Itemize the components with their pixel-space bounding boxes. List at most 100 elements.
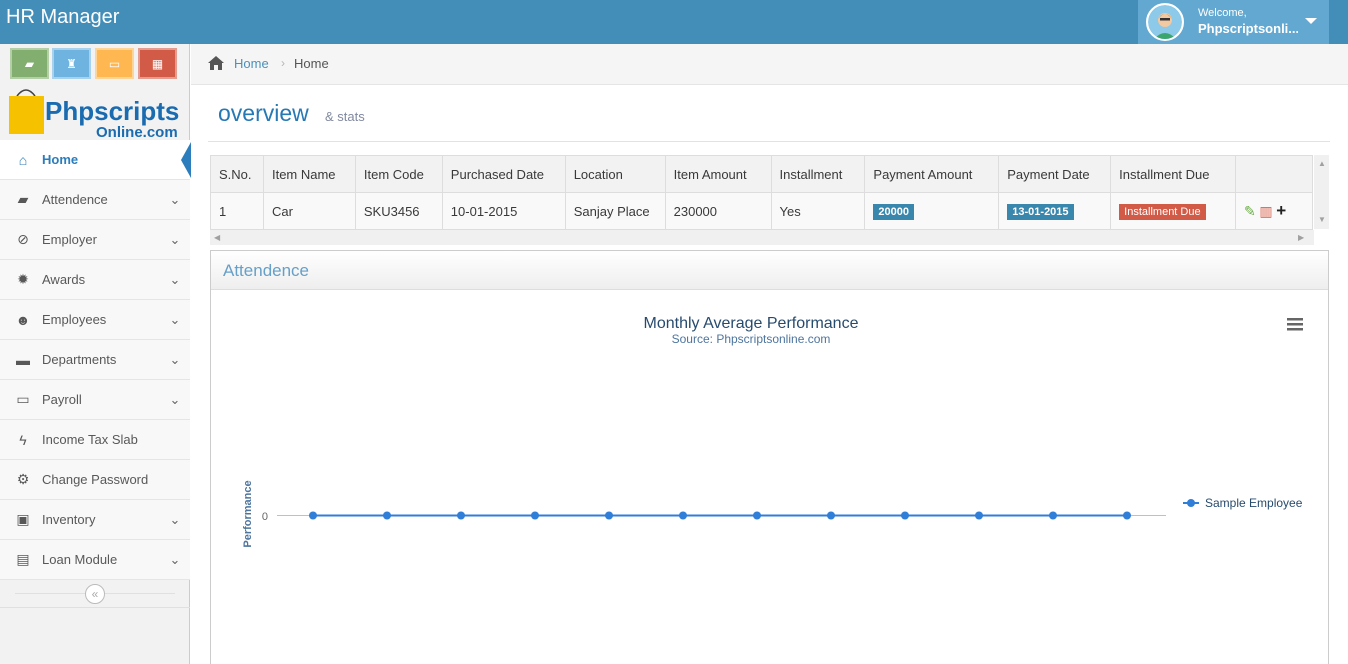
- calendar-icon: ▦: [151, 56, 164, 71]
- widget-title: Attendence: [223, 261, 310, 280]
- chevron-down-icon: ⌄: [169, 511, 181, 527]
- chevron-down-icon[interactable]: [1305, 18, 1317, 24]
- sidebar-nav: ⌂ Home ▰ Attendence ⌄ ⊘ Employer ⌄ ✹ Awards ⌄ ☻ Empl…: [0, 140, 191, 580]
- app-title[interactable]: HR Manager: [6, 6, 119, 28]
- chart-y-tick-label: 0: [262, 511, 268, 523]
- chevron-down-icon: ⌄: [169, 271, 181, 287]
- series-point[interactable]: [827, 511, 835, 520]
- credit-card-icon: ▭: [16, 391, 30, 407]
- cell-installment-due: Installment Due: [1110, 192, 1237, 230]
- shortcut-calendar-button[interactable]: ▦: [138, 48, 177, 79]
- trash-icon[interactable]: ▥: [1259, 203, 1272, 219]
- sidebar-item-employer[interactable]: ⊘ Employer ⌄: [0, 220, 190, 260]
- cell-purchased-date: 10-01-2015: [441, 192, 566, 230]
- series-point[interactable]: [457, 511, 465, 520]
- sidebar-item-home[interactable]: ⌂ Home: [0, 140, 191, 180]
- table-vertical-scrollbar[interactable]: ▲ ▼: [1314, 155, 1329, 229]
- chart-subtitle: Source: Phpscriptsonline.com: [672, 332, 831, 346]
- cell-payment-date: 13-01-2015: [998, 192, 1112, 230]
- sidebar-item-income-tax-slab[interactable]: ϟ Income Tax Slab: [0, 420, 190, 460]
- double-chevron-left-icon[interactable]: «: [85, 584, 105, 604]
- credit-card-icon: ▭: [108, 56, 121, 71]
- col-header: Installment Due: [1110, 155, 1237, 193]
- trophy-icon: ♜: [66, 56, 77, 71]
- user-menu[interactable]: Welcome, Phpscriptsonli...: [1138, 0, 1329, 44]
- home-icon: ⌂: [18, 151, 28, 168]
- shortcut-trophy-button[interactable]: ♜: [52, 48, 91, 79]
- series-point[interactable]: [605, 511, 613, 520]
- payment-amount-badge: 20000: [873, 203, 914, 220]
- sidebar-item-loan-module[interactable]: ▤ Loan Module ⌄: [0, 540, 190, 580]
- table-row: 1 Car SKU3456 10-01-2015 Sanjay Place 23…: [210, 192, 1313, 230]
- sidebar-item-awards[interactable]: ✹ Awards ⌄: [0, 260, 190, 300]
- chevron-down-icon: ⌄: [169, 351, 181, 367]
- sidebar-item-label: Employees: [42, 312, 107, 327]
- chart-y-axis-label: Performance: [242, 480, 254, 547]
- logo-text-line1: Phpscripts: [45, 96, 179, 126]
- col-header: Item Code: [354, 155, 443, 193]
- inventory-table-container: S.No. Item Name Item Code Purchased Date…: [210, 155, 1329, 247]
- user-name: Phpscriptsonli...: [1198, 21, 1298, 36]
- series-point[interactable]: [309, 511, 317, 520]
- money-icon: ▤: [16, 551, 30, 567]
- sidebar-item-label: Payroll: [42, 392, 82, 407]
- sidebar-item-inventory[interactable]: ▣ Inventory ⌄: [0, 500, 190, 540]
- logo-text-line2: Online.com: [96, 124, 178, 141]
- col-header: Location: [564, 155, 666, 193]
- book-icon: ▰: [17, 191, 29, 207]
- shortcut-book-button[interactable]: ▰: [10, 48, 49, 79]
- edit-icon[interactable]: ✎: [1244, 203, 1256, 219]
- col-header: Item Amount: [664, 155, 772, 193]
- book-icon: ▰: [24, 56, 35, 71]
- users-icon: ☻: [15, 311, 31, 328]
- col-header: Purchased Date: [441, 155, 566, 193]
- ban-icon: ⊘: [17, 231, 29, 247]
- cell-location: Sanjay Place: [564, 192, 666, 230]
- series-point[interactable]: [1123, 511, 1131, 520]
- col-header: S.No.: [210, 155, 264, 193]
- chart-title: Monthly Average Performance: [644, 315, 859, 332]
- sidebar-item-label: Loan Module: [42, 552, 118, 567]
- series-point[interactable]: [531, 511, 539, 520]
- cell-item-code: SKU3456: [354, 192, 443, 230]
- shortcut-credit-card-button[interactable]: ▭: [95, 48, 134, 79]
- certificate-icon: ✹: [17, 271, 29, 287]
- widget-header: Attendence: [211, 251, 1328, 290]
- sidebar-item-attendence[interactable]: ▰ Attendence ⌄: [0, 180, 190, 220]
- sidebar-item-label: Awards: [42, 272, 86, 287]
- hamburger-menu-icon[interactable]: [1287, 318, 1303, 331]
- welcome-text: Welcome,: [1198, 7, 1247, 19]
- col-header: Payment Date: [998, 155, 1112, 193]
- col-header: Installment: [770, 155, 866, 193]
- plus-icon[interactable]: +: [1276, 201, 1286, 220]
- series-point[interactable]: [975, 511, 983, 520]
- breadcrumb-home-link[interactable]: Home: [234, 56, 269, 71]
- top-navbar: HR Manager Welcome, Phpscriptsonli...: [0, 0, 1348, 44]
- series-point[interactable]: [679, 511, 687, 520]
- series-point[interactable]: [901, 511, 909, 520]
- sidebar-item-label: Inventory: [42, 512, 96, 527]
- chart-legend-item[interactable]: Sample Employee: [1183, 496, 1303, 510]
- sidebar-item-label: Income Tax Slab: [42, 432, 138, 447]
- sidebar-item-payroll[interactable]: ▭ Payroll ⌄: [0, 380, 190, 420]
- installment-due-badge: Installment Due: [1119, 203, 1206, 220]
- chevron-down-icon: ⌄: [169, 231, 181, 247]
- sidebar-item-departments[interactable]: ▬ Departments ⌄: [0, 340, 190, 380]
- col-header: Item Name: [262, 155, 356, 193]
- table-horizontal-scrollbar[interactable]: ◀ ▶: [210, 230, 1314, 245]
- cell-item-amount: 230000: [664, 192, 772, 230]
- sidebar-collapse: «: [0, 580, 190, 608]
- sidebar-item-change-password[interactable]: ⚙ Change Password: [0, 460, 190, 500]
- series-point[interactable]: [383, 511, 391, 520]
- col-header: Payment Amount: [864, 155, 1000, 193]
- breadcrumb: Home › Home: [191, 44, 1348, 85]
- page-title: overview: [218, 100, 309, 126]
- cell-sno: 1: [210, 192, 264, 230]
- series-point[interactable]: [753, 511, 761, 520]
- sidebar-item-label: Employer: [42, 232, 97, 247]
- series-point[interactable]: [1049, 511, 1057, 520]
- cell-item-name: Car: [262, 192, 356, 230]
- sidebar-item-employees[interactable]: ☻ Employees ⌄: [0, 300, 190, 340]
- cell-actions: ✎ ▥ +: [1235, 192, 1313, 230]
- attendence-widget: Attendence Monthly Average Performance S…: [210, 250, 1329, 664]
